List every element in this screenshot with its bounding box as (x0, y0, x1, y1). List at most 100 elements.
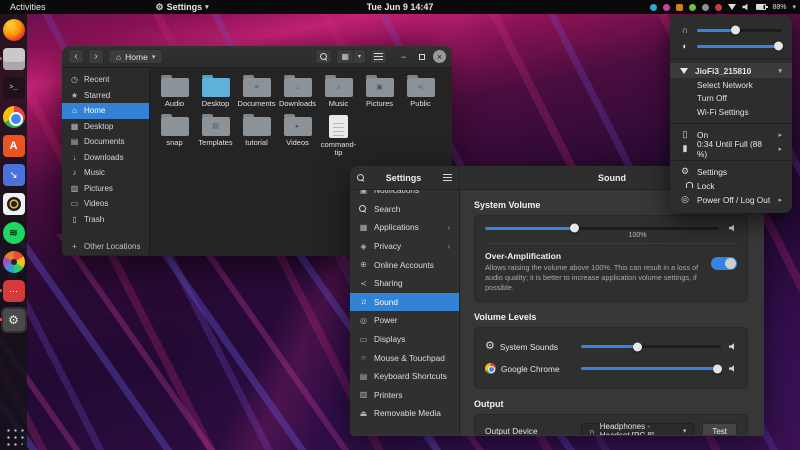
folder-videos[interactable]: ▸Videos (277, 113, 318, 158)
sidebar-item-desktop[interactable]: ▦Desktop (62, 119, 149, 135)
sidebar-item-recent[interactable]: ◷Recent (62, 72, 149, 88)
settings-item-removable-media[interactable]: ⏏Removable Media (350, 404, 459, 423)
settings-item-label: Notifications (374, 190, 419, 195)
settings-item-notifications[interactable]: ▣Notifications (350, 190, 459, 200)
menu-item-wifi-settings[interactable]: Wi-Fi Settings (670, 105, 792, 119)
power-icon: ◎ (359, 316, 368, 325)
settings-item-keyboard-shortcuts[interactable]: ▤Keyboard Shortcuts (350, 367, 459, 386)
folder-label: Audio (165, 100, 184, 109)
output-device-value: Headphones - Headset [PC 8] (600, 422, 678, 435)
dock-item-chrome[interactable] (3, 106, 25, 128)
chevron-down-icon: ▾ (778, 67, 782, 75)
dock-item-spotify[interactable]: ≋ (3, 222, 25, 244)
path-label: Home (125, 52, 148, 62)
menu-item-turn-off[interactable]: Turn Off (670, 92, 792, 106)
dock-item-settings[interactable]: ⚙ (3, 309, 25, 331)
sidebar-item-home[interactable]: ⌂Home (62, 103, 149, 119)
tray-app-icon-magenta[interactable] (663, 4, 670, 11)
system-volume-slider[interactable] (485, 227, 719, 230)
settings-item-sound[interactable]: ♫Sound (350, 293, 459, 312)
file-command-tip[interactable]: command-tip (318, 113, 359, 158)
menu-item-select-network[interactable]: Select Network (670, 78, 792, 92)
folder-downloads[interactable]: ↓Downloads (277, 74, 318, 109)
output-device-dropdown[interactable]: ∩ Headphones - Headset [PC 8] ▾ (581, 423, 694, 435)
over-amplification-toggle[interactable] (711, 257, 737, 270)
sidebar-item-pictures[interactable]: ▨Pictures (62, 181, 149, 197)
dock-item-chat[interactable]: ⋯ (3, 280, 25, 302)
tray-app-icon-green[interactable] (689, 4, 696, 11)
sidebar-item-videos[interactable]: ▭Videos (62, 196, 149, 212)
wifi-network-row[interactable]: JioFi3_215810 ▾ (670, 63, 792, 78)
settings-item-online-accounts[interactable]: ⊕Online Accounts (350, 255, 459, 274)
menu-item-settings[interactable]: ⚙ Settings (670, 165, 792, 179)
sidebar-item-downloads[interactable]: ↓Downloads (62, 150, 149, 166)
forward-button[interactable]: › (88, 49, 104, 64)
activities-button[interactable]: Activities (0, 2, 56, 12)
folder-label: Pictures (366, 100, 393, 109)
folder-templates[interactable]: ▤Templates (195, 113, 236, 158)
folder-music[interactable]: ♪Music (318, 74, 359, 109)
dock-item-media-player[interactable] (3, 193, 25, 215)
sidebar-item-other-locations[interactable]: +Other Locations (62, 239, 149, 255)
search-icon[interactable] (357, 174, 364, 181)
folder-public[interactable]: ≺Public (400, 74, 441, 109)
folder-icon: ▤ (202, 117, 230, 136)
menu-item-lock[interactable]: Lock (670, 179, 792, 193)
app-menu-button[interactable]: ⚙ Settings ▾ (156, 2, 209, 12)
folder-pictures[interactable]: ▣Pictures (359, 74, 400, 109)
folder-icon (202, 78, 230, 97)
folder-desktop[interactable]: Desktop (195, 74, 236, 109)
menu-item-power-off[interactable]: ◎ Power Off / Log Out ▸ (670, 193, 792, 207)
dock-item-files[interactable] (3, 48, 25, 70)
folder-documents[interactable]: ≡Documents (236, 74, 277, 109)
dock-item-software-store[interactable]: A (3, 135, 25, 157)
system-sounds-slider[interactable] (581, 345, 721, 348)
dock-item-text-editor[interactable]: ↘ (3, 164, 25, 186)
grid-view-icon: ▦ (337, 52, 353, 61)
settings-item-power[interactable]: ◎Power (350, 311, 459, 330)
battery-row[interactable]: ▮ 0:34 Until Full (88 %) ▸ (670, 142, 792, 156)
settings-item-sharing[interactable]: ≺Sharing (350, 274, 459, 293)
dock-item-firefox[interactable] (3, 19, 25, 41)
maximize-button[interactable] (415, 50, 428, 63)
settings-item-mouse-touchpad[interactable]: ○Mouse & Touchpad (350, 348, 459, 367)
minimize-button[interactable]: − (397, 50, 410, 63)
folder-audio[interactable]: Audio (154, 74, 195, 109)
app-grid-button[interactable] (4, 426, 24, 446)
running-indicator (0, 289, 2, 292)
hamburger-menu-icon[interactable] (443, 174, 452, 181)
sidebar-item-trash[interactable]: ▯Trash (62, 212, 149, 228)
system-tray[interactable]: 88% ▾ (650, 3, 796, 11)
google-chrome-slider[interactable] (581, 367, 721, 370)
tray-app-icon-red[interactable] (715, 4, 722, 11)
sidebar-item-documents[interactable]: ▤Documents (62, 134, 149, 150)
dock-item-terminal[interactable]: >_ (3, 77, 25, 99)
speaker-icon (729, 224, 737, 232)
test-button[interactable]: Test (702, 423, 737, 435)
sidebar-item-starred[interactable]: ★Starred (62, 88, 149, 104)
tray-app-icon-gray[interactable] (702, 4, 709, 11)
settings-item-privacy[interactable]: ◈Privacy› (350, 237, 459, 256)
dock-item-photos[interactable] (3, 251, 25, 273)
settings-item-applications[interactable]: ▦Applications› (350, 218, 459, 237)
settings-item-printers[interactable]: ▥Printers (350, 386, 459, 405)
divider (670, 123, 792, 124)
tray-app-icon-blue[interactable] (650, 4, 657, 11)
search-button[interactable] (315, 49, 332, 64)
clock[interactable]: Tue Jun 9 14:47 (367, 2, 434, 12)
folder-label: Videos (286, 139, 309, 148)
folder-tutorial[interactable]: tutorial (236, 113, 277, 158)
window-menu-button[interactable] (370, 49, 387, 64)
menu-volume-slider[interactable] (697, 29, 782, 32)
path-button[interactable]: ⌂ Home ▾ (108, 49, 163, 64)
back-button[interactable]: ‹ (68, 49, 84, 64)
settings-item-search[interactable]: Search (350, 200, 459, 219)
brightness-slider[interactable] (697, 45, 782, 48)
sidebar-item-music[interactable]: ♪Music (62, 165, 149, 181)
tray-app-icon-orange[interactable] (676, 4, 683, 11)
close-button[interactable]: × (433, 50, 446, 63)
view-toggle-button[interactable]: ▦ ▾ (336, 49, 366, 64)
folder-snap[interactable]: snap (154, 113, 195, 158)
folder-icon (161, 117, 189, 136)
settings-item-displays[interactable]: ▭Displays (350, 330, 459, 349)
